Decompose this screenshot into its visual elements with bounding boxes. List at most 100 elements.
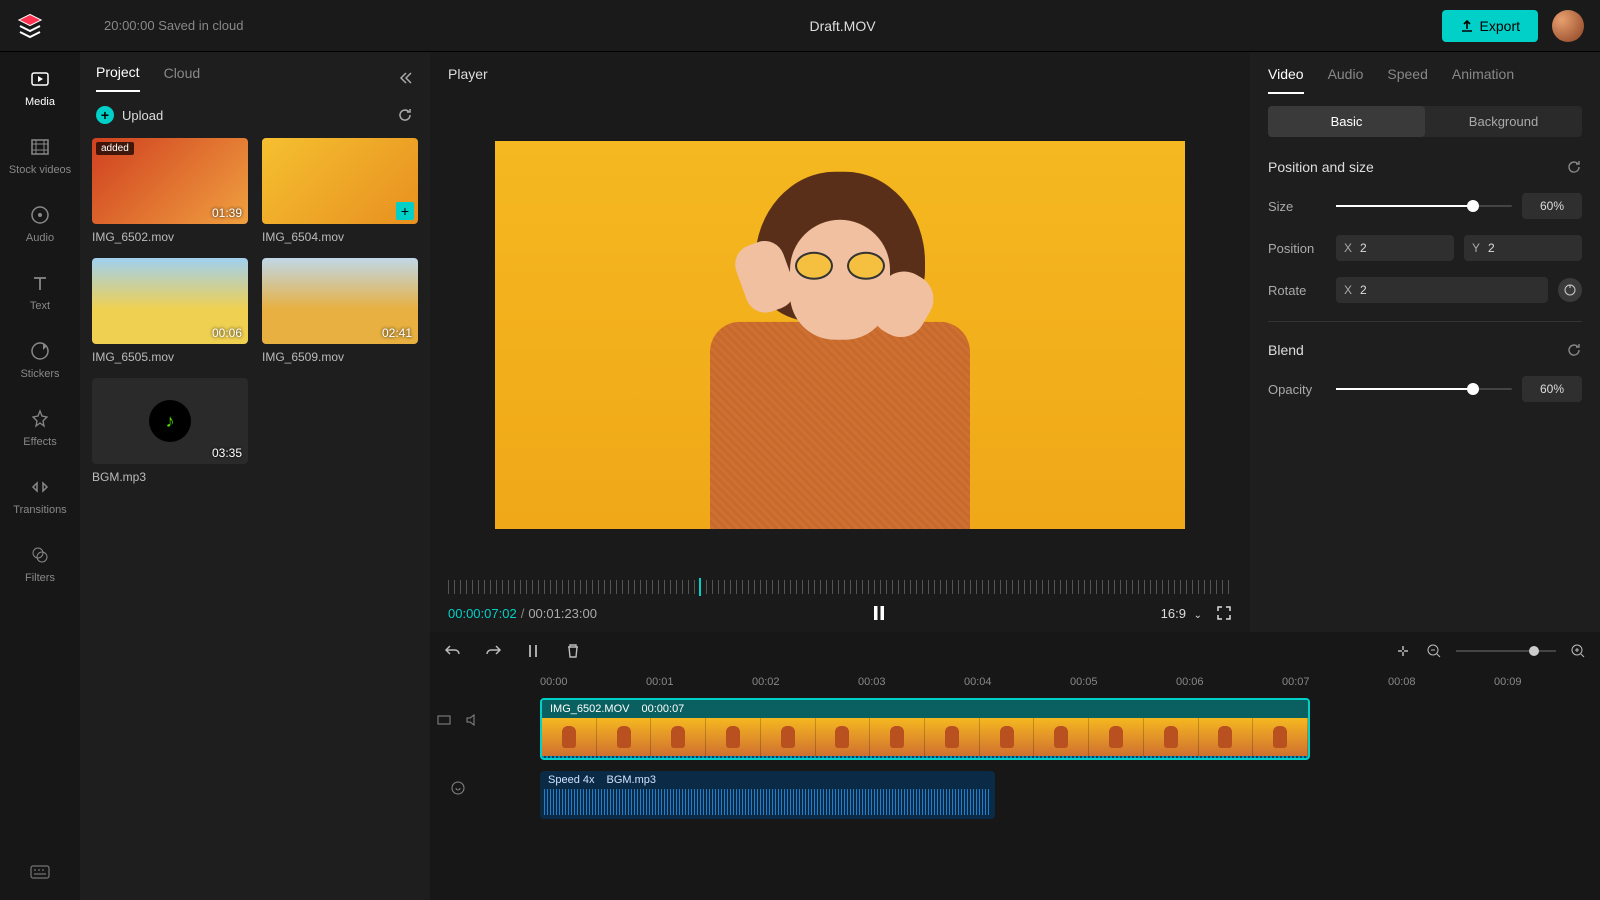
music-note-icon: ♪ <box>149 400 191 442</box>
position-x-input[interactable]: X2 <box>1336 235 1454 261</box>
zoom-in-icon <box>1570 643 1586 659</box>
rotate-input[interactable]: X2 <box>1336 277 1548 303</box>
clip-name: BGM.mp3 <box>606 774 656 786</box>
rotate-value: 2 <box>1360 283 1367 297</box>
rail-audio[interactable]: Audio <box>0 200 80 248</box>
tab-animation[interactable]: Animation <box>1452 66 1514 94</box>
rail-text-label: Text <box>30 300 50 312</box>
rotate-axis: X <box>1344 283 1352 297</box>
subtab-background[interactable]: Background <box>1425 106 1582 137</box>
reset-button[interactable] <box>1566 342 1582 358</box>
section-position-size: Position and size <box>1250 149 1600 185</box>
ruler-tick: 00:03 <box>858 676 964 688</box>
export-label: Export <box>1480 18 1520 34</box>
playhead-marker[interactable] <box>699 578 701 596</box>
media-duration: 01:39 <box>212 206 242 220</box>
zoom-out-button[interactable] <box>1426 643 1442 659</box>
snap-button[interactable] <box>1394 642 1412 660</box>
opacity-value[interactable]: 60% <box>1522 376 1582 402</box>
rail-transitions[interactable]: Transitions <box>0 472 80 520</box>
pause-icon <box>870 604 888 622</box>
rail-stickers[interactable]: Stickers <box>0 336 80 384</box>
size-label: Size <box>1268 199 1326 214</box>
progress-ruler[interactable] <box>448 580 1232 594</box>
zoom-in-button[interactable] <box>1570 643 1586 659</box>
tab-audio[interactable]: Audio <box>1328 66 1364 94</box>
delete-button[interactable] <box>564 642 582 660</box>
video-preview[interactable] <box>430 96 1250 574</box>
reset-button[interactable] <box>1566 159 1582 175</box>
audio-track-icon[interactable] <box>450 780 466 796</box>
position-y-input[interactable]: Y2 <box>1464 235 1582 261</box>
divider <box>1268 321 1582 322</box>
chevron-down-icon: ⌄ <box>1194 610 1202 621</box>
ruler-tick: 00:07 <box>1282 676 1388 688</box>
tab-speed[interactable]: Speed <box>1387 66 1427 94</box>
media-item[interactable]: 00:06 IMG_6505.mov <box>92 258 248 364</box>
added-badge: added <box>96 142 134 155</box>
split-button[interactable] <box>524 642 542 660</box>
rail-effects[interactable]: Effects <box>0 404 80 452</box>
rotate-row: Rotate X2 <box>1250 269 1600 311</box>
time-total: 00:01:23:00 <box>528 606 597 621</box>
ruler-tick: 00:09 <box>1494 676 1600 688</box>
subtab-basic[interactable]: Basic <box>1268 106 1425 137</box>
media-item[interactable]: ♪ 03:35 BGM.mp3 <box>92 378 248 484</box>
media-item[interactable]: 02:41 IMG_6509.mov <box>262 258 418 364</box>
save-status: 20:00:00 Saved in cloud <box>104 18 244 33</box>
timeline-panel: 00:00 00:01 00:02 00:03 00:04 00:05 00:0… <box>430 632 1600 900</box>
undo-button[interactable] <box>444 642 462 660</box>
collapse-panel-button[interactable] <box>398 70 414 86</box>
fullscreen-button[interactable] <box>1216 605 1232 621</box>
media-item[interactable]: added 01:39 IMG_6502.mov <box>92 138 248 244</box>
size-slider[interactable] <box>1336 205 1512 207</box>
opacity-slider[interactable] <box>1336 388 1512 390</box>
rail-media[interactable]: Media <box>0 64 80 112</box>
x-label: X <box>1344 241 1352 255</box>
media-duration: 03:35 <box>212 446 242 460</box>
player-panel: Player 00:00:07:02 / 00:01:23:00 16:9 ⌄ <box>430 52 1250 632</box>
zoom-slider[interactable] <box>1456 650 1556 652</box>
video-clip[interactable]: IMG_6502.MOV 00:00:07 <box>540 698 1310 760</box>
ruler-tick: 00:08 <box>1388 676 1494 688</box>
undo-icon <box>444 642 462 660</box>
redo-button[interactable] <box>484 642 502 660</box>
video-track-icon[interactable] <box>436 712 452 728</box>
timeline-ruler[interactable]: 00:00 00:01 00:02 00:03 00:04 00:05 00:0… <box>430 670 1600 694</box>
audio-clip[interactable]: Speed 4x BGM.mp3 <box>540 771 995 819</box>
size-value[interactable]: 60% <box>1522 193 1582 219</box>
add-media-button[interactable]: + <box>396 202 414 220</box>
project-title: Draft.MOV <box>244 18 1442 34</box>
tab-project[interactable]: Project <box>96 64 140 92</box>
clip-time: 00:00:07 <box>641 703 684 715</box>
aspect-ratio-selector[interactable]: 16:9 ⌄ <box>1161 606 1202 621</box>
pause-button[interactable] <box>870 604 888 622</box>
media-filename: IMG_6509.mov <box>262 350 418 364</box>
position-row: Position X2 Y2 <box>1250 227 1600 269</box>
ratio-value: 16:9 <box>1161 606 1186 621</box>
user-avatar[interactable] <box>1552 10 1584 42</box>
media-filename: IMG_6504.mov <box>262 230 418 244</box>
export-button[interactable]: Export <box>1442 10 1538 42</box>
rotate-label: Rotate <box>1268 283 1326 298</box>
rail-keyboard[interactable] <box>0 860 80 884</box>
media-filename: IMG_6502.mov <box>92 230 248 244</box>
upload-button[interactable]: + Upload <box>96 106 163 124</box>
media-item[interactable]: + IMG_6504.mov <box>262 138 418 244</box>
ruler-tick: 00:06 <box>1176 676 1282 688</box>
mute-toggle[interactable] <box>464 712 480 728</box>
y-value: 2 <box>1488 241 1495 255</box>
clip-speed: Speed 4x <box>548 774 594 786</box>
player-title: Player <box>430 52 1250 96</box>
refresh-icon <box>396 106 414 124</box>
rail-text[interactable]: Text <box>0 268 80 316</box>
tab-cloud[interactable]: Cloud <box>164 65 201 91</box>
tab-video[interactable]: Video <box>1268 66 1304 94</box>
filters-icon <box>29 544 51 566</box>
rotate-dial[interactable] <box>1558 278 1582 302</box>
rail-stock-videos[interactable]: Stock videos <box>0 132 80 180</box>
refresh-button[interactable] <box>396 106 414 124</box>
timeline-tracks: IMG_6502.MOV 00:00:07 Speed 4x BGM.mp3 <box>430 694 1600 900</box>
rail-filters[interactable]: Filters <box>0 540 80 588</box>
keyboard-icon <box>29 864 51 880</box>
